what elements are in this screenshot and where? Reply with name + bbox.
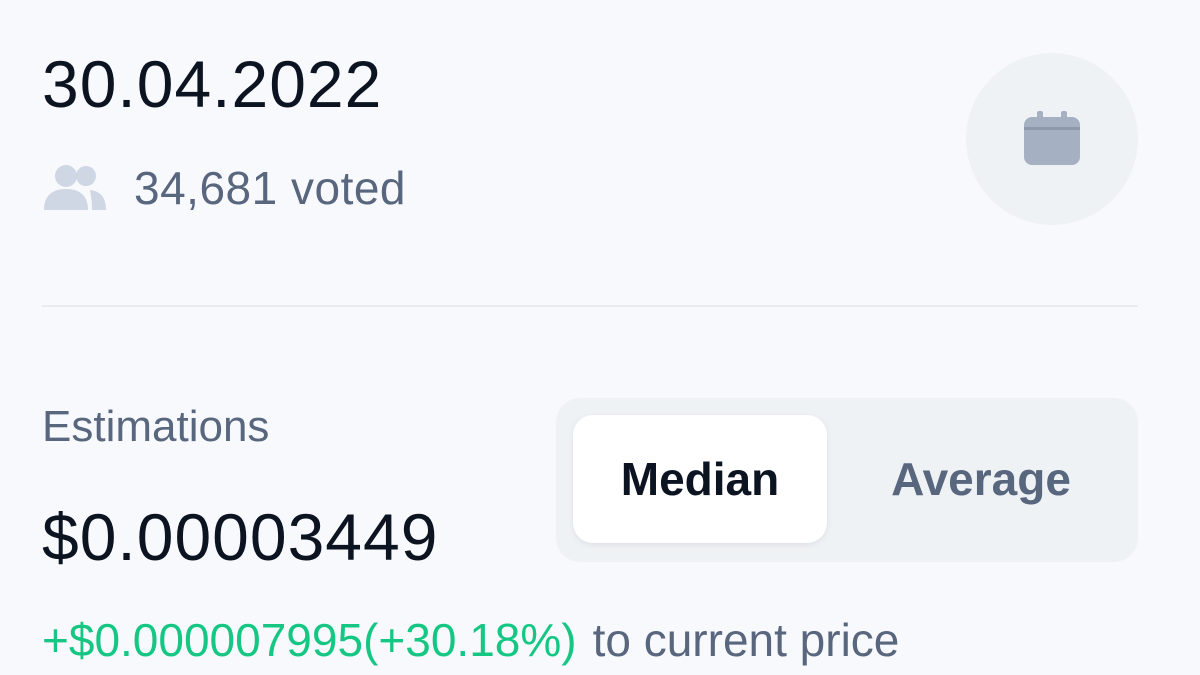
voted-count-text: 34,681 voted: [134, 161, 406, 215]
change-suffix: to current price: [592, 614, 900, 666]
users-icon: [44, 164, 106, 212]
price-change-row: +$0.000007995(+30.18%) to current price: [42, 612, 899, 668]
change-amount: +$0.000007995: [42, 614, 364, 666]
toggle-median[interactable]: Median: [573, 415, 827, 543]
voted-row: 34,681 voted: [44, 160, 406, 216]
estimations-label: Estimations: [42, 402, 270, 451]
median-average-toggle: Median Average: [556, 398, 1138, 562]
change-percent: (+30.18%): [363, 614, 577, 666]
voted-count: 34,681: [134, 162, 278, 214]
prediction-date: 30.04.2022: [42, 47, 383, 121]
toggle-average[interactable]: Average: [841, 415, 1121, 543]
voted-suffix: voted: [290, 162, 407, 214]
price-prediction-card: 30.04.2022 34,681 voted Estimations $0.0…: [0, 0, 1200, 675]
estimation-value: $0.00003449: [42, 500, 439, 574]
divider: [42, 305, 1138, 307]
calendar-icon: [1024, 111, 1080, 165]
calendar-button[interactable]: [966, 53, 1138, 225]
